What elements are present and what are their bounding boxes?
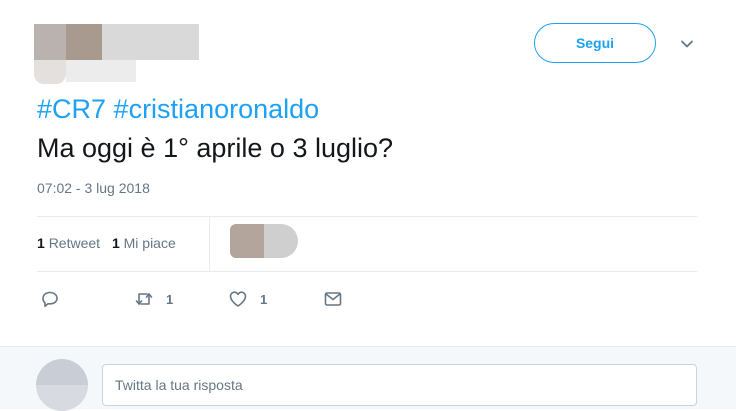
heart-icon — [229, 291, 247, 307]
tweet-timestamp[interactable]: 07:02 - 3 lug 2018 — [37, 180, 150, 196]
tweet-card: Segui #CR7 #cristianoronaldo Ma oggi è 1… — [0, 0, 736, 346]
retweet-button[interactable]: 1 — [134, 289, 173, 309]
reply-input[interactable]: Twitta la tua risposta — [102, 364, 697, 406]
avatar — [36, 359, 88, 411]
divider — [209, 216, 210, 271]
liker-avatars-blurred[interactable] — [230, 224, 298, 258]
likes-label: Mi piace — [123, 235, 176, 251]
hashtag-link[interactable]: #CR7 — [37, 94, 106, 124]
divider — [37, 216, 697, 217]
reply-button[interactable] — [40, 289, 60, 309]
author-avatar-blurred[interactable] — [34, 24, 199, 84]
tweet-stats: 1 Retweet 1 Mi piace — [37, 235, 184, 251]
envelope-icon — [324, 292, 342, 306]
divider — [37, 271, 697, 272]
tweet-hashtags: #CR7 #cristianoronaldo — [37, 92, 319, 126]
reply-composer: Twitta la tua risposta — [0, 346, 736, 411]
direct-message-button[interactable] — [323, 289, 343, 309]
retweets-count: 1 — [37, 235, 45, 251]
retweet-icon — [135, 293, 153, 305]
like-button[interactable]: 1 — [228, 289, 267, 309]
likes-stat[interactable]: 1 Mi piace — [112, 235, 176, 251]
tweet-text: Ma oggi è 1° aprile o 3 luglio? — [37, 133, 394, 163]
retweet-action-count: 1 — [166, 291, 174, 307]
follow-button[interactable]: Segui — [534, 23, 656, 63]
chevron-down-icon[interactable] — [679, 36, 695, 52]
like-action-count: 1 — [260, 291, 268, 307]
retweets-stat[interactable]: 1 Retweet — [37, 235, 100, 251]
retweets-label: Retweet — [48, 235, 101, 251]
likes-count: 1 — [111, 235, 120, 251]
reply-icon — [42, 291, 58, 308]
hashtag-link[interactable]: #cristianoronaldo — [114, 94, 320, 124]
